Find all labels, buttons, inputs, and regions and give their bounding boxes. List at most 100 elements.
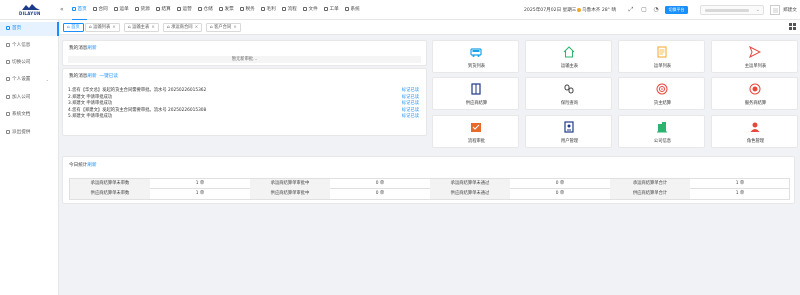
list-item[interactable]: 4.您有【郑建文】发起的货主合同需要审批。流水号 20250226015308 标… xyxy=(68,108,423,114)
sidebar-item-profile[interactable]: 个人信息 xyxy=(0,39,59,53)
settings-icon xyxy=(6,76,10,81)
mark-read-link[interactable]: 标记已读 xyxy=(402,114,419,120)
topnav-settlement[interactable]: 结算 xyxy=(156,0,171,20)
shortcut-arrival-list[interactable]: 到货列表 xyxy=(432,40,519,73)
switch-icon xyxy=(6,59,10,64)
send-icon xyxy=(749,46,761,58)
target-icon xyxy=(656,83,668,95)
sun-icon xyxy=(577,7,581,12)
topnav-cargo[interactable]: 货源 xyxy=(135,0,150,20)
stat-label: 承运商结算单未通过 xyxy=(430,179,510,189)
home-icon xyxy=(6,25,10,30)
shortcut-insurance-query[interactable]: 保险查询 xyxy=(525,77,612,110)
tab-transport-main[interactable]: ⌂ 运输主表 × xyxy=(124,23,159,32)
topnav-process[interactable]: 流程 xyxy=(282,0,297,20)
topnav-files[interactable]: 文件 xyxy=(303,0,318,20)
topnav-operations[interactable]: 运营 xyxy=(177,0,192,20)
sidebar-item-docs[interactable]: 系统文档 xyxy=(0,108,59,122)
waybill-icon xyxy=(114,6,118,11)
shortcut-company-info[interactable]: 公司信息 xyxy=(618,115,705,148)
mark-read-link[interactable]: 标记已读 xyxy=(402,101,419,107)
shortcut-role-management[interactable]: 角色管理 xyxy=(711,115,798,148)
topnav-invoice[interactable]: 发票 xyxy=(219,0,234,20)
shortcut-supplier-settlement[interactable]: 供应商结算 xyxy=(432,77,519,110)
chevron-down-icon: ⌄ xyxy=(45,77,49,82)
list-item[interactable]: 1.您有【华文总】发起的货主合同需要审批。流水号 20250226015362 标… xyxy=(68,88,423,94)
contract-icon xyxy=(93,6,97,11)
chevron-down-icon: ⌄ xyxy=(755,7,760,13)
stat-value: 1 单 xyxy=(195,181,205,186)
stat-label: 供应商结算单审批中 xyxy=(250,189,330,199)
mark-read-link[interactable]: 标记已读 xyxy=(402,108,419,114)
tab-home[interactable]: ⌂ 首页 xyxy=(63,23,84,32)
top-bar: DILAYUN « 首页 合同 运单 货源 结算 运营 仓储 发票 税务 毛利 … xyxy=(0,0,800,20)
fullscreen-icon[interactable]: ⤢ xyxy=(627,6,635,14)
sidebar-item-switch-company[interactable]: 切换公司 xyxy=(0,56,59,70)
tab-transport-list[interactable]: ⌂ 运输列表 × xyxy=(85,23,120,32)
logo-text: DILAYUN xyxy=(19,11,41,16)
list-item[interactable]: 5.郑建文 申请审批成功 标记已读 xyxy=(68,114,423,120)
shortcut-transport-main[interactable]: 运输主表 xyxy=(525,40,612,73)
company-select[interactable]: ⌄ xyxy=(700,5,764,15)
shortcut-shipper-settlement[interactable]: 货主结算 xyxy=(618,77,705,110)
close-icon[interactable]: × xyxy=(195,25,199,30)
tab-customer-contract[interactable]: ⌂ 客户合同 × xyxy=(206,23,241,32)
settlement-icon xyxy=(156,6,160,11)
topnav-margin[interactable]: 毛利 xyxy=(261,0,276,20)
news-refresh-link[interactable]: 刷新 xyxy=(87,74,96,79)
list-item[interactable]: 3.郑建文 申请审批成功 标记已读 xyxy=(68,101,423,107)
close-icon[interactable]: × xyxy=(112,25,116,30)
mark-read-link[interactable]: 标记已读 xyxy=(402,95,419,101)
mark-read-link[interactable]: 标记已读 xyxy=(402,88,419,94)
company-logo[interactable]: DILAYUN xyxy=(14,3,48,17)
company-name xyxy=(705,9,749,12)
invoice-icon xyxy=(219,6,223,11)
warehouse-icon xyxy=(198,6,202,11)
topnav-system[interactable]: 系统 xyxy=(345,0,360,20)
topnav-tax[interactable]: 税务 xyxy=(240,0,255,20)
topnav-home[interactable]: 首页 xyxy=(72,0,87,20)
stat-label: 供应商结算单未通过 xyxy=(430,189,510,199)
shortcut-waybill-list[interactable]: 运单列表 xyxy=(618,40,705,73)
sidebar-item-home[interactable]: 首页 xyxy=(0,22,59,36)
topnav-warehouse[interactable]: 仓储 xyxy=(198,0,213,20)
shortcut-master-waybill[interactable]: 主运单列表 xyxy=(711,40,798,73)
tab-carrier-contract[interactable]: ⌂ 承运商合同 × xyxy=(163,23,203,32)
link-icon xyxy=(564,84,574,94)
shortcut-provider-settlement[interactable]: 服务商结算 xyxy=(711,77,798,110)
shortcut-process-approval[interactable]: 流程审批 xyxy=(432,115,519,148)
sidebar-item-join-company[interactable]: 加入公司 xyxy=(0,91,59,105)
document-icon xyxy=(657,46,667,58)
building-icon xyxy=(657,122,667,133)
grid-icon[interactable] xyxy=(789,23,796,30)
topnav-tickets[interactable]: 工单 xyxy=(324,0,339,20)
menu-collapse-icon[interactable]: « xyxy=(60,6,68,14)
sidebar-item-dispatch[interactable]: 派出提供 xyxy=(0,126,59,140)
cargo-icon xyxy=(135,6,139,11)
role-icon xyxy=(750,122,760,132)
stat-label: 供应商结算单未审数 xyxy=(70,189,150,199)
list-item[interactable]: 2.郑建文 申请审批成功 标记已读 xyxy=(68,95,423,101)
topnav-waybill[interactable]: 运单 xyxy=(114,0,129,20)
mark-all-read-link[interactable]: 一键已读 xyxy=(100,74,118,79)
messages-empty-text: 暂无新审批... xyxy=(68,56,421,63)
home-icon xyxy=(563,46,575,58)
bell-icon[interactable]: ◔ xyxy=(652,6,660,14)
close-icon[interactable]: × xyxy=(151,25,155,30)
topnav-contract[interactable]: 合同 xyxy=(93,0,108,20)
tabs-bar: ⌂ 首页 ⌂ 运输列表 × ⌂ 运输主表 × ⌂ 承运商合同 × ⌂ 客户合同 × xyxy=(60,20,800,35)
username[interactable]: 郑建文 xyxy=(783,7,797,13)
stat-value: 0 单 xyxy=(375,191,385,196)
sidebar-item-settings[interactable]: 个人设置 ⌄ xyxy=(0,73,59,87)
switch-platform-button[interactable]: 切换平台 xyxy=(665,6,688,14)
avatar[interactable] xyxy=(770,5,780,15)
process-icon xyxy=(282,6,286,11)
close-icon[interactable]: × xyxy=(233,25,237,30)
messages-refresh-link[interactable]: 刷新 xyxy=(87,46,96,51)
lock-icon[interactable]: ▢ xyxy=(640,6,648,14)
stats-refresh-link[interactable]: 刷新 xyxy=(87,163,96,168)
approval-icon xyxy=(471,123,481,132)
messages-title: 我的消息刷新 xyxy=(69,46,97,51)
shortcut-user-management[interactable]: 用户管理 xyxy=(525,115,612,148)
tax-icon xyxy=(240,6,244,11)
